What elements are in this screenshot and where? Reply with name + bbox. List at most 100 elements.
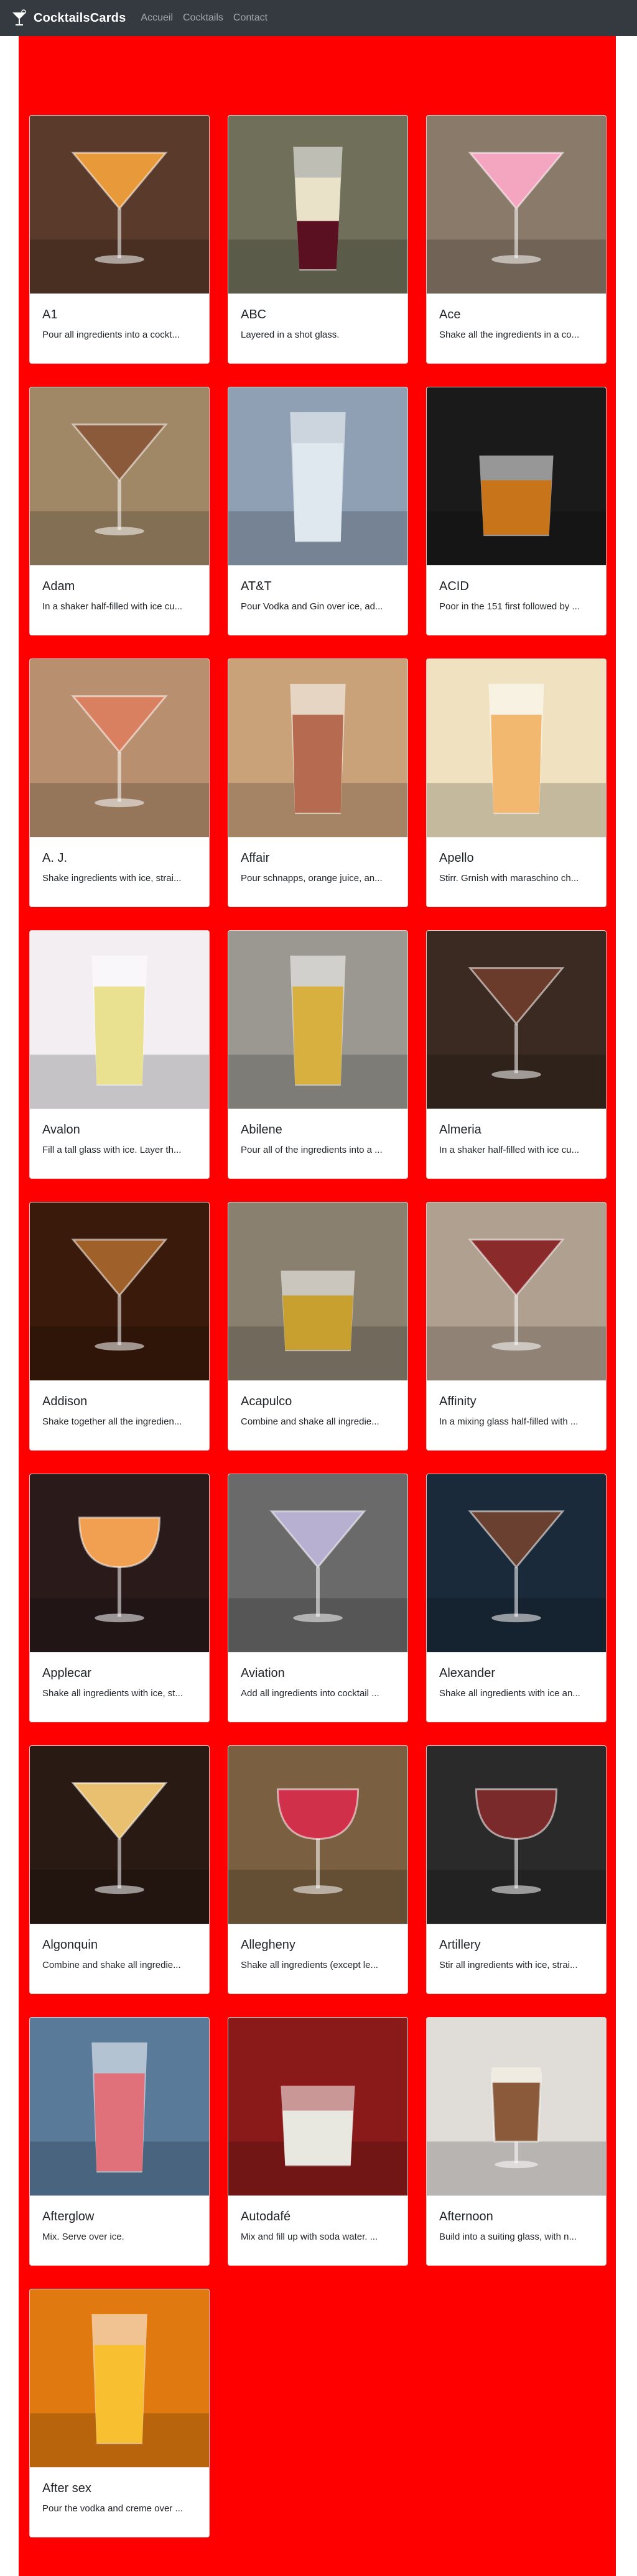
cocktail-card[interactable]: Afternoon Build into a suiting glass, wit… — [426, 2017, 607, 2266]
cocktail-card[interactable]: Applecar Shake all ingredients with ice, … — [29, 1474, 210, 1722]
coupe-glass-icon — [228, 1746, 407, 1924]
card-body: ABC Layered in a shot glass. — [228, 294, 407, 340]
cocktail-card[interactable]: Affair Pour schnapps, orange juice, an... — [228, 658, 408, 907]
cocktail-card[interactable]: Abilene Pour all of the ingredients into … — [228, 930, 408, 1179]
card-body: Autodafé Mix and fill up with soda water.… — [228, 2196, 407, 2242]
cocktail-image[interactable] — [30, 2018, 209, 2196]
cocktail-name: Algonquin — [42, 1938, 98, 1952]
cocktail-card[interactable]: A1 Pour all ingredients into a cockt... — [29, 115, 210, 364]
card-body: Alexander Shake all ingredients with ice … — [427, 1653, 606, 1699]
card-body: Abilene Pour all of the ingredients into … — [228, 1109, 407, 1155]
coupe-glass-icon — [427, 1746, 606, 1924]
rocks-glass-icon — [228, 1203, 407, 1380]
cocktail-image[interactable] — [427, 1746, 606, 1924]
cocktail-image[interactable] — [30, 931, 209, 1109]
cocktail-image[interactable] — [30, 1746, 209, 1924]
card-body: ACID Poor in the 151 first followed by ..… — [427, 566, 606, 612]
cocktail-card[interactable]: Autodafé Mix and fill up with soda water.… — [228, 2017, 408, 2266]
cocktail-card[interactable]: Allegheny Shake all ingredients (except l… — [228, 1745, 408, 1994]
cocktail-image[interactable] — [228, 116, 407, 294]
cocktail-name: Afternoon — [439, 2210, 493, 2223]
martini-glass-icon — [427, 1474, 606, 1652]
irish-coffee-glass-icon — [427, 2018, 606, 2195]
cocktail-name: Allegheny — [241, 1938, 295, 1952]
highball-glass-icon — [30, 931, 209, 1109]
nav-link-cocktails[interactable]: Cocktails — [178, 7, 228, 29]
cocktail-card[interactable]: A. J. Shake ingredients with ice, strai..… — [29, 658, 210, 907]
martini-glass-icon — [30, 116, 209, 293]
cocktail-card[interactable]: AT&T Pour Vodka and Gin over ice, ad... — [228, 387, 408, 635]
cocktail-name: ACID — [439, 579, 469, 593]
cocktail-image[interactable] — [228, 2018, 407, 2196]
cocktail-image[interactable] — [427, 116, 606, 294]
cocktail-card[interactable]: Acapulco Combine and shake all ingredie..… — [228, 1202, 408, 1451]
nav-links: Accueil Cocktails Contact — [136, 7, 272, 29]
cocktail-card[interactable]: Alexander Shake all ingredients with ice … — [426, 1474, 607, 1722]
cocktail-image[interactable] — [228, 387, 407, 566]
cocktail-card[interactable]: After sex Pour the vodka and creme over .… — [29, 2289, 210, 2537]
card-body: Affair Pour schnapps, orange juice, an... — [228, 838, 407, 884]
cocktail-image[interactable] — [228, 931, 407, 1109]
cocktail-image[interactable] — [427, 1474, 606, 1653]
cocktail-image[interactable] — [228, 659, 407, 838]
rocks-glass-icon — [228, 2018, 407, 2195]
card-body: Almeria In a shaker half-filled with ice … — [427, 1109, 606, 1155]
cocktail-name: Autodafé — [241, 2210, 291, 2223]
cocktail-image[interactable] — [30, 1474, 209, 1653]
cocktail-description: Add all ingredients into cocktail ... — [241, 1688, 379, 1699]
highball-glass-icon — [30, 2289, 209, 2467]
cocktail-card[interactable]: Avalon Fill a tall glass with ice. Layer … — [29, 930, 210, 1179]
cocktail-image[interactable] — [427, 659, 606, 838]
cocktail-description: In a mixing glass half-filled with ... — [439, 1416, 579, 1427]
cocktail-image[interactable] — [30, 116, 209, 294]
cocktail-image[interactable] — [228, 1474, 407, 1653]
cocktail-name: Adam — [42, 579, 75, 593]
card-body: Aviation Add all ingredients into cocktai… — [228, 1653, 407, 1699]
cocktail-card[interactable]: Almeria In a shaker half-filled with ice … — [426, 930, 607, 1179]
martini-glass-icon — [30, 387, 209, 565]
cocktail-description: Mix. Serve over ice. — [42, 2232, 124, 2242]
cocktail-description: Shake together all the ingredien... — [42, 1416, 182, 1427]
cocktail-image[interactable] — [427, 387, 606, 566]
cocktail-card[interactable]: Afterglow Mix. Serve over ice. — [29, 2017, 210, 2266]
martini-glass-icon — [427, 116, 606, 293]
cocktail-image[interactable] — [30, 2289, 209, 2468]
cocktail-image[interactable] — [30, 1203, 209, 1381]
cocktail-name: Afterglow — [42, 2210, 95, 2223]
brand-name: CocktailsCards — [34, 11, 126, 25]
cocktail-card[interactable]: Addison Shake together all the ingredien.… — [29, 1202, 210, 1451]
cocktail-card[interactable]: ACID Poor in the 151 first followed by ..… — [426, 387, 607, 635]
cocktail-image[interactable] — [427, 1203, 606, 1381]
highball-glass-icon — [427, 659, 606, 837]
cocktail-image[interactable] — [228, 1203, 407, 1381]
cocktail-description: Pour Vodka and Gin over ice, ad... — [241, 601, 383, 612]
cocktail-description: Poor in the 151 first followed by ... — [439, 601, 580, 612]
card-body: AT&T Pour Vodka and Gin over ice, ad... — [228, 566, 407, 612]
cocktail-image[interactable] — [427, 2018, 606, 2196]
cocktail-card[interactable]: ABC Layered in a shot glass. — [228, 115, 408, 364]
cocktail-image[interactable] — [30, 387, 209, 566]
cocktail-name: Alexander — [439, 1666, 496, 1680]
cocktail-image[interactable] — [427, 931, 606, 1109]
cocktail-name: Almeria — [439, 1123, 481, 1137]
card-body: Apello Stirr. Grnish with maraschino ch..… — [427, 838, 606, 884]
cocktails-grid: A1 Pour all ingredients into a cockt... AB… — [19, 36, 616, 2576]
nav-link-accueil[interactable]: Accueil — [136, 7, 178, 29]
cocktail-description: Shake all the ingredients in a co... — [439, 330, 580, 340]
cocktail-name: Avalon — [42, 1123, 80, 1137]
cocktail-card[interactable]: Apello Stirr. Grnish with maraschino ch..… — [426, 658, 607, 907]
cocktail-card[interactable]: Artillery Stir all ingredients with ice, … — [426, 1745, 607, 1994]
cocktail-card[interactable]: Algonquin Combine and shake all ingredie.… — [29, 1745, 210, 1994]
cocktail-description: Shake all ingredients with ice an... — [439, 1688, 580, 1699]
cocktail-card[interactable]: Aviation Add all ingredients into cocktai… — [228, 1474, 408, 1722]
cocktail-card[interactable]: Adam In a shaker half-filled with ice cu.… — [29, 387, 210, 635]
card-body: A. J. Shake ingredients with ice, strai..… — [30, 838, 209, 884]
brand-link[interactable]: CocktailsCards — [10, 9, 126, 27]
cocktail-image[interactable] — [30, 659, 209, 838]
cocktail-card[interactable]: Affinity In a mixing glass half-filled wi… — [426, 1202, 607, 1451]
cocktail-image[interactable] — [228, 1746, 407, 1924]
card-body: A1 Pour all ingredients into a cockt... — [30, 294, 209, 340]
cocktail-card[interactable]: Ace Shake all the ingredients in a co... — [426, 115, 607, 364]
nav-link-contact[interactable]: Contact — [228, 7, 272, 29]
martini-glass-icon — [228, 1474, 407, 1652]
